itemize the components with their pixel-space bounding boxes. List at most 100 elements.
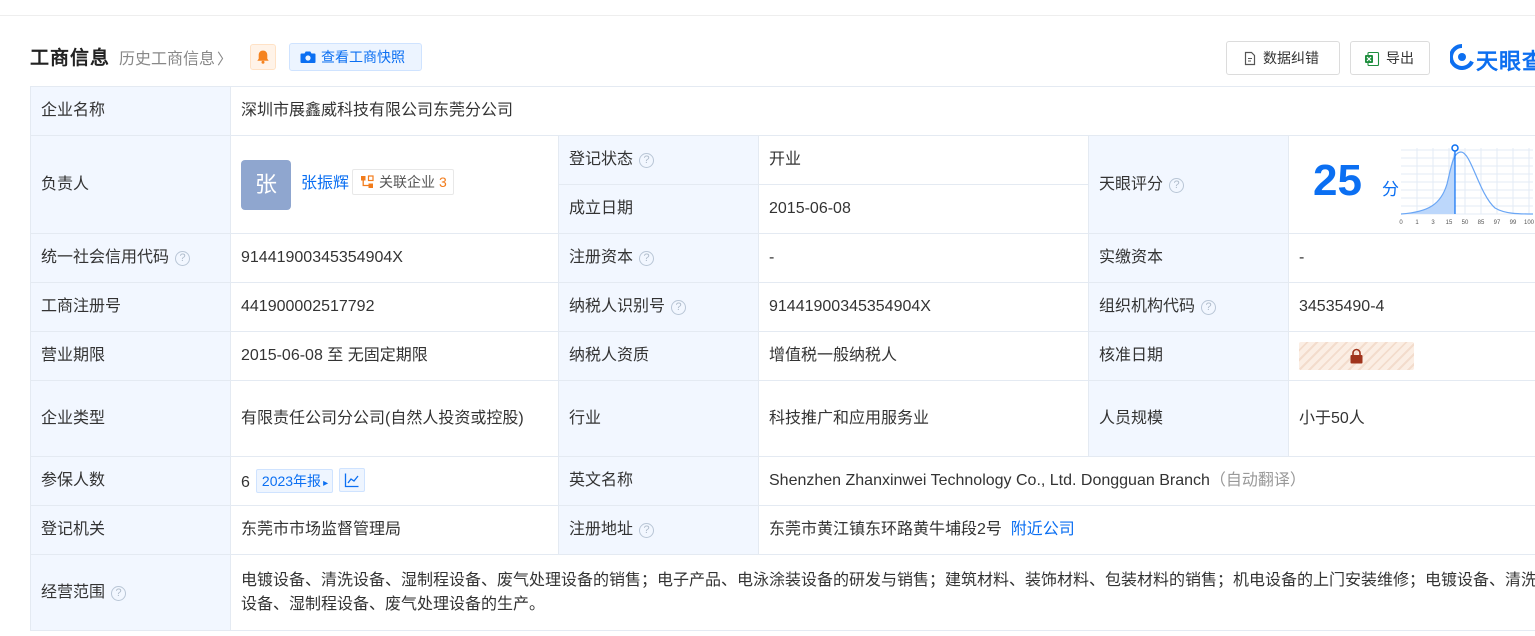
type-label: 企业类型	[30, 380, 231, 457]
insured-cell: 6 2023年报 ▸	[230, 456, 559, 506]
question-icon[interactable]: ?	[639, 153, 655, 168]
term: 2015-06-08 至 无固定期限	[230, 331, 559, 381]
question-icon[interactable]: ?	[671, 300, 687, 315]
address-label: 注册地址	[569, 521, 634, 538]
org-code-label: 组织机构代码	[1099, 298, 1196, 315]
insured-label: 参保人数	[30, 456, 231, 506]
staff-label: 人员规模	[1088, 380, 1289, 457]
company-name: 深圳市展鑫威科技有限公司东莞分公司	[229, 86, 1535, 136]
address-label-cell: 注册地址?	[558, 505, 759, 555]
staff: 小于50人	[1287, 380, 1535, 457]
table-row: 企业类型 有限责任公司分公司(自然人投资或控股) 行业 科技推广和应用服务业 人…	[30, 380, 1535, 457]
question-icon[interactable]: ?	[639, 251, 655, 266]
annual-report-label: 2023年报	[261, 472, 322, 489]
score-axis-tick: 50	[1462, 220, 1469, 226]
score-axis-tick: 100	[1524, 220, 1535, 226]
question-icon[interactable]: ?	[175, 251, 191, 266]
english-name: Shenzhen Zhanxinwei Technology Co., Ltd.…	[769, 472, 1210, 489]
score-axis-tick: 85	[1478, 220, 1485, 226]
scope-label-cell: 经营范围?	[30, 554, 231, 631]
tianyancha-logo-icon	[1450, 44, 1474, 70]
approve-date-label: 核准日期	[1088, 331, 1289, 381]
score-distribution-chart: 0 1 3 15 50 85 97 99 100	[1399, 144, 1535, 226]
avatar[interactable]: 张	[241, 159, 291, 210]
tax-qual-label: 纳税人资质	[558, 331, 759, 381]
locked-value[interactable]	[1299, 342, 1414, 370]
data-feedback-button[interactable]: 数据纠错	[1226, 41, 1340, 75]
industry: 科技推广和应用服务业	[758, 380, 1089, 457]
related-label: 关联企业	[379, 174, 436, 190]
credit-code: 91441900345354904X	[230, 233, 559, 283]
approve-date-cell	[1287, 331, 1535, 381]
history-link-label: 历史工商信息	[119, 51, 216, 68]
reg-capital-label-cell: 注册资本?	[558, 233, 759, 283]
english-label: 英文名称	[558, 456, 759, 506]
table-row: 营业期限 2015-06-08 至 无固定期限 纳税人资质 增值税一般纳税人 核…	[30, 331, 1535, 381]
person-label: 负责人	[30, 135, 231, 234]
view-snapshot-label: 查看工商快照	[321, 49, 405, 65]
logo-text: 天眼查	[1476, 49, 1535, 74]
reg-no-label: 工商注册号	[30, 282, 231, 332]
credit-code-label-cell: 统一社会信用代码?	[30, 233, 231, 283]
tax-id-label-cell: 纳税人识别号?	[558, 282, 759, 332]
score-label: 天眼评分	[1099, 175, 1164, 193]
score-axis-tick: 1	[1415, 220, 1419, 226]
status-label: 登记状态	[569, 151, 634, 168]
reg-capital-label: 注册资本	[569, 249, 634, 266]
bell-icon	[257, 50, 269, 64]
person-name-link[interactable]: 张振辉	[301, 175, 349, 192]
question-icon[interactable]: ?	[1169, 177, 1185, 193]
tax-id: 91441900345354904X	[758, 282, 1089, 332]
edit-doc-icon	[1244, 51, 1256, 66]
table-row: 工商注册号 441900002517792 纳税人识别号? 9144190034…	[30, 282, 1535, 332]
trend-chart-icon	[344, 473, 359, 487]
annual-report-button[interactable]: 2023年报 ▸	[255, 468, 334, 493]
business-info-table: 企业名称 深圳市展鑫威科技有限公司东莞分公司 负责人 张张振辉 关联企业 3 登记状…	[30, 86, 1535, 631]
score-axis-tick: 3	[1431, 220, 1435, 226]
history-link[interactable]: 历史工商信息〉	[119, 45, 232, 69]
export-label: 导出	[1386, 50, 1414, 66]
auto-translate-note: （自动翻译）	[1209, 472, 1306, 489]
authority: 东莞市市场监督管理局	[230, 505, 559, 555]
section-title: 工商信息	[30, 48, 111, 69]
related-companies-badge[interactable]: 关联企业 3	[352, 169, 454, 195]
found-date: 2015-06-08	[758, 184, 1089, 234]
reg-no: 441900002517792	[230, 282, 559, 332]
top-divider	[0, 0, 1535, 16]
table-row: 登记机关 东莞市市场监督管理局 注册地址? 东莞市黄江镇东环路黄牛埔段2号 附近…	[30, 505, 1535, 555]
export-button[interactable]: 导出	[1350, 41, 1430, 75]
view-snapshot-button[interactable]: 查看工商快照	[289, 43, 422, 71]
address: 东莞市黄江镇东环路黄牛埔段2号	[769, 521, 1002, 538]
trend-button[interactable]	[339, 467, 366, 492]
score-axis-tick: 15	[1446, 220, 1453, 226]
org-code-label-cell: 组织机构代码?	[1088, 282, 1289, 332]
company-name-label: 企业名称	[30, 86, 231, 136]
scope-label: 经营范围	[41, 583, 106, 601]
status-label-cell: 登记状态?	[558, 135, 759, 185]
tax-id-label: 纳税人识别号	[569, 298, 666, 315]
nearby-companies-link[interactable]: 附近公司	[1011, 521, 1075, 538]
question-icon[interactable]: ?	[639, 523, 655, 538]
status-value: 开业	[758, 135, 1089, 185]
insured-value: 6	[241, 473, 250, 491]
related-count: 3	[439, 174, 447, 190]
score-value: 25	[1313, 156, 1362, 205]
industry-label: 行业	[558, 380, 759, 457]
section-header: 工商信息 历史工商信息〉 查看工商快照 数据纠错 导出 天眼查	[30, 40, 1535, 75]
question-icon[interactable]: ?	[111, 585, 127, 601]
business-scope: 电镀设备、清洗设备、湿制程设备、废气处理设备的销售；电子产品、电泳涂装设备的研发…	[229, 554, 1535, 631]
score-cell[interactable]: 25 分 0 1 3 15 50 85 97 99 100	[1287, 135, 1535, 234]
authority-label: 登记机关	[30, 505, 231, 555]
score-axis-tick: 97	[1494, 220, 1501, 226]
score-axis-tick: 0	[1399, 220, 1403, 226]
credit-code-label: 统一社会信用代码	[41, 249, 170, 266]
type: 有限责任公司分公司(自然人投资或控股)	[230, 380, 559, 457]
score-widget[interactable]: 25 分 0 1 3 15 50 85 97 99 100	[1289, 136, 1535, 233]
lock-icon	[1350, 348, 1363, 364]
person-cell: 张张振辉 关联企业 3	[230, 135, 559, 234]
camera-icon	[300, 51, 316, 63]
found-date-label: 成立日期	[558, 184, 759, 234]
monitor-bell-button[interactable]	[250, 44, 276, 70]
question-icon[interactable]: ?	[1201, 300, 1217, 315]
table-row: 统一社会信用代码? 91441900345354904X 注册资本? - 实缴资…	[30, 233, 1535, 283]
